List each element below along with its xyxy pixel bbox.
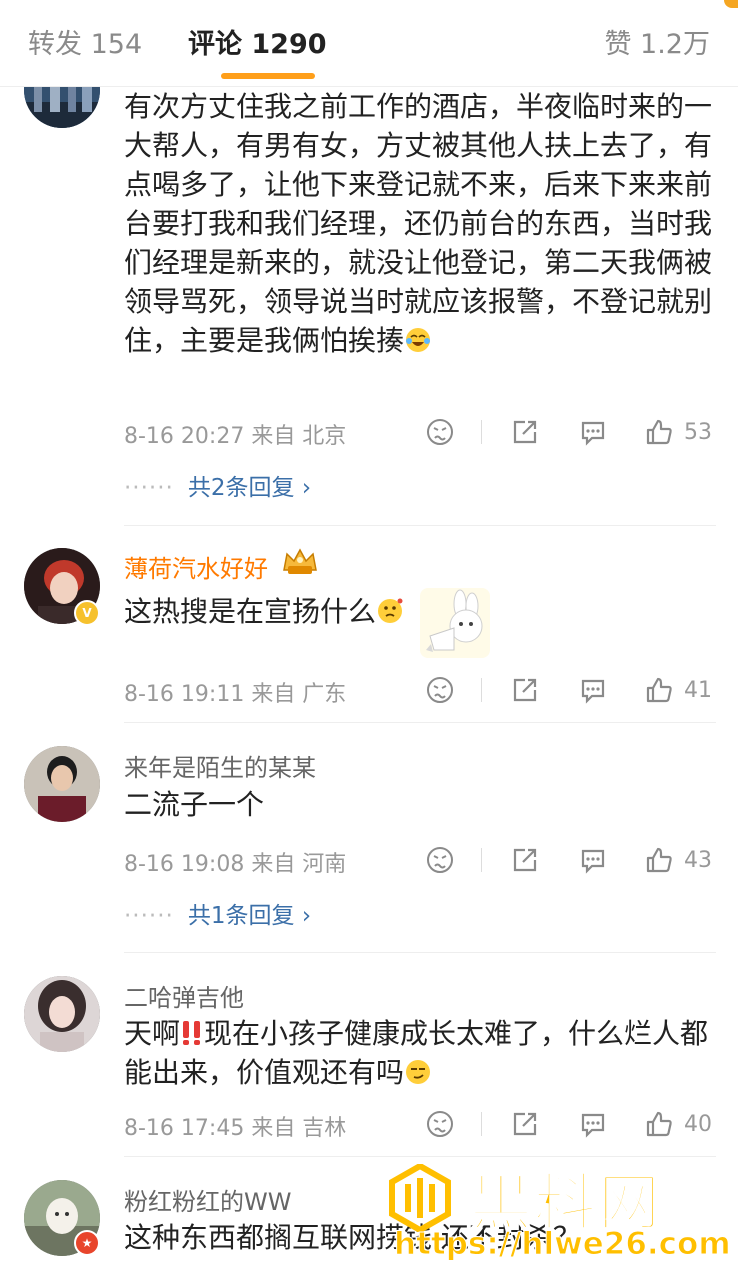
comment-text: 有次方丈住我之前工作的酒店，半夜临时来的一大帮人，有男有女，方丈被其他人扶上去了… xyxy=(124,90,713,357)
comment-icon xyxy=(581,849,605,874)
thinking-emoji-icon xyxy=(378,598,403,623)
chevron-right-icon: › xyxy=(301,903,312,929)
replies-label: 共1条回复 xyxy=(187,903,295,929)
share-button[interactable] xyxy=(510,412,540,452)
like-button[interactable]: 53 xyxy=(644,412,712,452)
bunny-sticker-icon xyxy=(420,588,490,658)
comment-actions: 41 xyxy=(420,670,720,710)
dislike-icon xyxy=(427,419,453,445)
dislike-button[interactable] xyxy=(426,1104,454,1144)
tab-repost[interactable]: 转发 154 xyxy=(28,22,142,61)
laugh-cry-emoji-icon xyxy=(406,328,431,352)
like-button[interactable]: 43 xyxy=(644,840,712,880)
like-icon xyxy=(646,847,672,873)
share-button[interactable] xyxy=(510,1104,540,1144)
view-replies-link[interactable]: ······ 共2条回复 › xyxy=(124,468,311,502)
share-icon xyxy=(513,848,537,872)
dots: ······ xyxy=(124,903,174,929)
watermark: 黑料网 https://hlwe26.com xyxy=(386,1158,738,1280)
like-count: 40 xyxy=(684,1111,712,1137)
like-count: 53 xyxy=(684,419,712,445)
comment-text: 天啊 现在小孩子健康成长太难了，什么烂人都能出来，价值观还有吗 xyxy=(124,1017,709,1089)
smirk-emoji-icon xyxy=(406,1060,431,1084)
share-button[interactable] xyxy=(510,670,540,710)
chevron-right-icon: › xyxy=(301,475,312,501)
username[interactable]: 粉红粉红的WW xyxy=(124,1182,291,1217)
divider xyxy=(481,1112,482,1136)
comment-button[interactable] xyxy=(578,1104,608,1144)
share-button[interactable] xyxy=(510,840,540,880)
comment-actions: 53 xyxy=(420,412,720,452)
comment-meta: 8-16 17:45 来自 吉林 xyxy=(124,1116,347,1141)
tab-likes[interactable]: 赞 1.2万 xyxy=(604,22,710,61)
double-exclamation-icon xyxy=(183,1021,201,1045)
comment-button[interactable] xyxy=(578,412,608,452)
dislike-button[interactable] xyxy=(426,670,454,710)
like-count: 43 xyxy=(684,847,712,873)
comment-button[interactable] xyxy=(578,840,608,880)
dislike-button[interactable] xyxy=(426,412,454,452)
verified-badge-icon: V xyxy=(74,600,100,626)
username[interactable]: 二哈弹吉他 xyxy=(124,978,244,1013)
dislike-button[interactable] xyxy=(426,840,454,880)
verified-badge-icon: ★ xyxy=(74,1230,100,1256)
view-replies-link[interactable]: ······ 共1条回复 › xyxy=(124,896,311,930)
comment-button[interactable] xyxy=(578,670,608,710)
comment-meta: 8-16 19:11 来自 广东 xyxy=(124,682,347,707)
like-icon xyxy=(646,1111,672,1137)
vip-crown-icon xyxy=(283,548,317,574)
tab-comments[interactable]: 评论 1290 xyxy=(188,22,327,61)
comment-text: 这热搜是在宣扬什么 xyxy=(124,592,714,631)
divider xyxy=(481,420,482,444)
comment-meta: 8-16 20:27 来自 北京 xyxy=(124,424,347,449)
avatar-image xyxy=(24,976,100,1052)
comment-actions: 40 xyxy=(420,1104,720,1144)
comment-tab-bar: 转发 154 评论 1290 赞 1.2万 xyxy=(0,0,738,87)
username[interactable]: 薄荷汽水好好 xyxy=(124,549,268,584)
avatar[interactable] xyxy=(24,746,100,822)
dislike-icon xyxy=(427,677,453,703)
watermark-url: https://hlwe26.com xyxy=(394,1226,732,1263)
share-icon xyxy=(513,1112,537,1136)
top-accent xyxy=(724,0,738,8)
comment-divider xyxy=(124,722,716,723)
username[interactable]: 来年是陌生的某某 xyxy=(124,748,316,783)
comment-actions: 43 xyxy=(420,840,720,880)
like-count: 41 xyxy=(684,677,712,703)
like-button[interactable]: 41 xyxy=(644,670,712,710)
comment-icon xyxy=(581,1113,605,1138)
divider xyxy=(481,678,482,702)
like-icon xyxy=(646,677,672,703)
dislike-icon xyxy=(427,1111,453,1137)
watermark-logo-icon xyxy=(389,1164,451,1232)
avatar-image xyxy=(24,746,100,822)
comment-divider xyxy=(124,952,716,953)
avatar[interactable] xyxy=(24,976,100,1052)
share-icon xyxy=(513,420,537,444)
like-icon xyxy=(646,419,672,445)
share-icon xyxy=(513,678,537,702)
dots: ······ xyxy=(124,475,174,501)
comment-divider xyxy=(124,525,716,526)
active-tab-indicator xyxy=(221,73,315,79)
comment-meta: 8-16 19:08 来自 河南 xyxy=(124,852,347,877)
replies-label: 共2条回复 xyxy=(187,475,295,501)
comment-text: 二流子一个 xyxy=(124,788,265,821)
comment-icon xyxy=(581,421,605,446)
dislike-icon xyxy=(427,847,453,873)
comment-icon xyxy=(581,679,605,704)
divider xyxy=(481,848,482,872)
like-button[interactable]: 40 xyxy=(644,1104,712,1144)
